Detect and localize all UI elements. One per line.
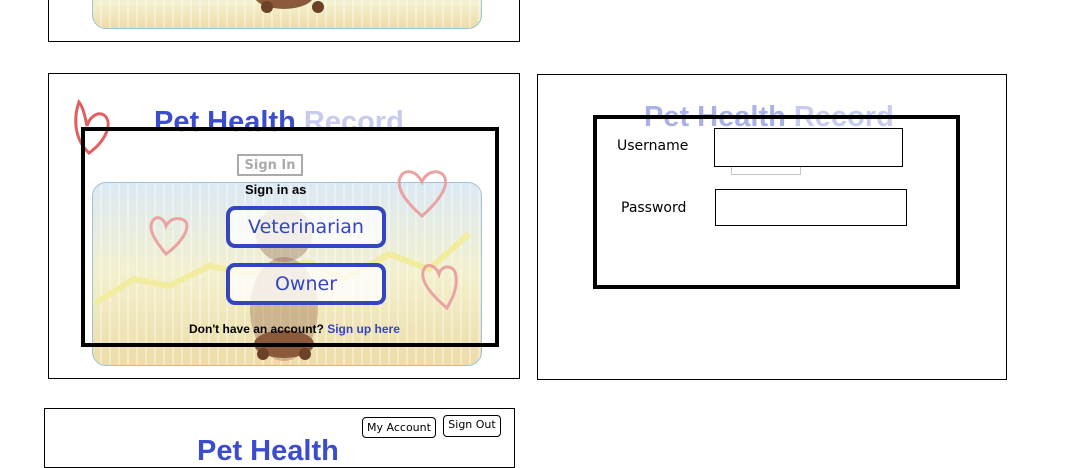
username-label: Username bbox=[617, 138, 689, 154]
owner-button[interactable]: Owner bbox=[226, 263, 386, 305]
no-account-text: Don't have an account? bbox=[189, 322, 324, 336]
username-field[interactable] bbox=[714, 128, 903, 167]
my-account-button[interactable]: My Account bbox=[362, 417, 436, 438]
login-mockup-frame: Pet Health Record Username Password bbox=[537, 74, 1007, 380]
home-mockup-frame: My Account Sign Out Pet Health bbox=[44, 408, 515, 468]
sign-out-button[interactable]: Sign Out bbox=[443, 415, 501, 437]
sign-in-as-label: Sign in as bbox=[245, 182, 307, 197]
veterinarian-button[interactable]: Veterinarian bbox=[226, 206, 386, 248]
signup-row: Don't have an account? Sign up here bbox=[189, 322, 400, 336]
password-label: Password bbox=[621, 200, 687, 216]
signin-mockup-frame: Pet Health Record Sign In Sign in as Vet… bbox=[48, 73, 520, 379]
dog-icon bbox=[255, 0, 324, 13]
top-mockup-frame bbox=[48, 0, 520, 42]
app-title: Pet Health bbox=[197, 435, 339, 467]
password-field[interactable] bbox=[715, 189, 907, 226]
signup-link[interactable]: Sign up here bbox=[327, 322, 400, 336]
